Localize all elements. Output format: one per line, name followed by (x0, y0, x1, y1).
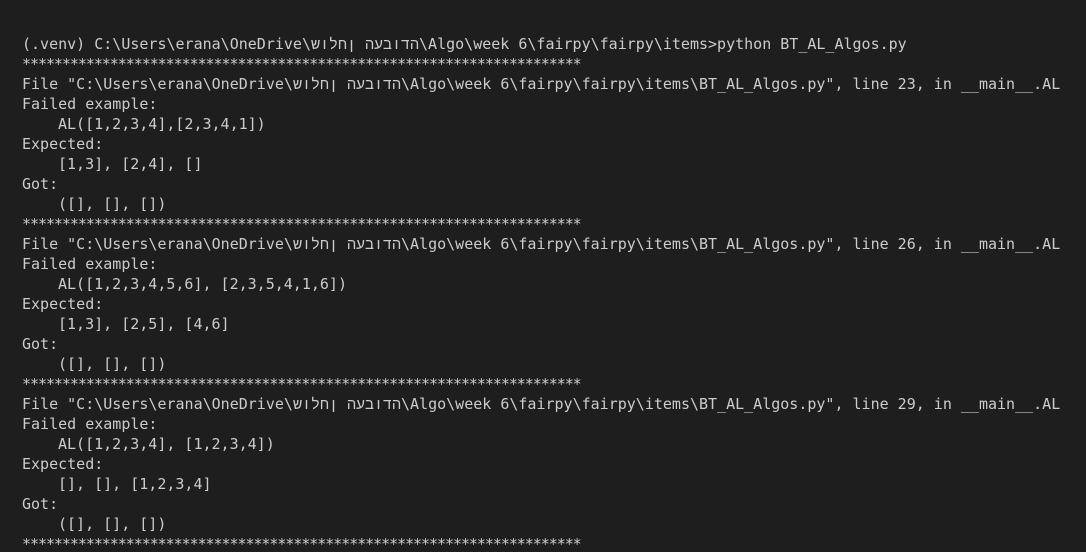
doctest-failure-block: File "C:\Users\erana\OneDrive\הדובעה ןחל… (22, 394, 1086, 534)
expected-label: Expected: (22, 295, 104, 313)
failed-example-code: AL([1,2,3,4],[2,3,4,1]) (58, 115, 266, 133)
separator-line: ****************************************… (22, 375, 582, 393)
command-prompt-line: (.venv) C:\Users\erana\OneDrive\הדובעה ן… (22, 35, 907, 53)
expected-value: [1,3], [2,5], [4,6] (58, 315, 230, 333)
got-label: Got: (22, 495, 59, 513)
failure-file-line: File "C:\Users\erana\OneDrive\הדובעה ןחל… (22, 395, 1061, 413)
separator-line: ****************************************… (22, 215, 582, 233)
got-label: Got: (22, 175, 59, 193)
got-value: ([], [], []) (58, 355, 167, 373)
doctest-failure-block: File "C:\Users\erana\OneDrive\הדובעה ןחל… (22, 74, 1086, 214)
expected-value: [1,3], [2,4], [] (58, 155, 203, 173)
got-label: Got: (22, 335, 59, 353)
got-value: ([], [], []) (58, 515, 167, 533)
failure-file-line: File "C:\Users\erana\OneDrive\הדובעה ןחל… (22, 75, 1061, 93)
failed-example-label: Failed example: (22, 95, 158, 113)
doctest-failure-block: File "C:\Users\erana\OneDrive\הדובעה ןחל… (22, 234, 1086, 374)
failed-example-label: Failed example: (22, 415, 158, 433)
separator-line: ****************************************… (22, 535, 582, 552)
expected-label: Expected: (22, 455, 104, 473)
terminal-output[interactable]: (.venv) C:\Users\erana\OneDrive\הדובעה ן… (0, 0, 1086, 552)
failed-example-label: Failed example: (22, 255, 158, 273)
got-value: ([], [], []) (58, 195, 167, 213)
failed-example-code: AL([1,2,3,4,5,6], [2,3,5,4,1,6]) (58, 275, 347, 293)
failed-example-code: AL([1,2,3,4], [1,2,3,4]) (58, 435, 275, 453)
failure-file-line: File "C:\Users\erana\OneDrive\הדובעה ןחל… (22, 235, 1061, 253)
separator-line: ****************************************… (22, 55, 582, 73)
expected-label: Expected: (22, 135, 104, 153)
expected-value: [], [], [1,2,3,4] (58, 475, 212, 493)
